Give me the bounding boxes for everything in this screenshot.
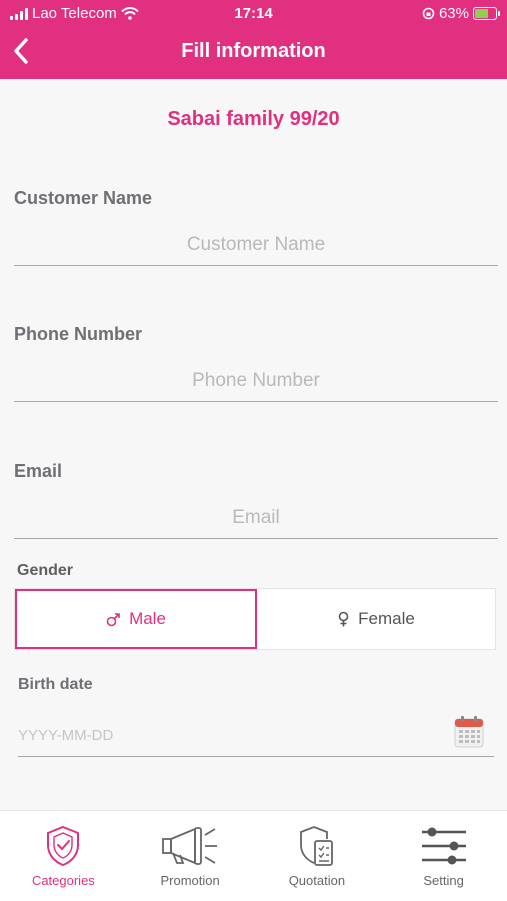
customer-name-label: Customer Name bbox=[14, 188, 153, 208]
bottom-tab-bar: Categories Promotion Quotation Setting bbox=[0, 810, 507, 901]
gender-label: Gender bbox=[17, 562, 74, 579]
quotation-icon bbox=[299, 826, 333, 866]
tab-categories[interactable]: Categories bbox=[0, 811, 127, 901]
tab-quotation[interactable]: Quotation bbox=[254, 811, 381, 901]
gender-male-label: Male bbox=[129, 609, 166, 628]
plan-name: Sabai family 99/20 bbox=[167, 108, 340, 130]
gender-selector: Male Female bbox=[14, 588, 496, 650]
tab-setting-label: Setting bbox=[423, 873, 464, 888]
birth-date-label: Birth date bbox=[18, 676, 93, 693]
status-bar: Lao Telecom 17:14 63% bbox=[0, 5, 507, 25]
calendar-icon[interactable] bbox=[454, 716, 484, 748]
tab-promotion[interactable]: Promotion bbox=[127, 811, 254, 901]
shield-check-icon bbox=[47, 825, 80, 867]
female-symbol-icon bbox=[338, 611, 349, 627]
gender-female-button[interactable]: Female bbox=[257, 589, 495, 649]
battery-percent: 63% bbox=[438, 5, 469, 22]
page-title: Fill information bbox=[181, 40, 326, 62]
tab-quotation-label: Quotation bbox=[288, 873, 346, 888]
phone-number-input[interactable] bbox=[14, 361, 498, 402]
customer-name-input[interactable] bbox=[14, 225, 498, 266]
megaphone-icon bbox=[162, 827, 218, 865]
email-input[interactable] bbox=[14, 498, 498, 539]
gender-male-button[interactable]: Male bbox=[15, 589, 257, 649]
gender-female-label: Female bbox=[358, 609, 415, 628]
orientation-lock-icon bbox=[422, 7, 435, 20]
sliders-icon bbox=[421, 827, 466, 865]
phone-number-label: Phone Number bbox=[14, 324, 143, 344]
email-label: Email bbox=[14, 461, 63, 481]
status-right: 63% bbox=[422, 5, 500, 22]
male-symbol-icon bbox=[106, 612, 120, 626]
birth-date-input[interactable] bbox=[18, 714, 494, 757]
app-header: Lao Telecom 17:14 63% Fill information bbox=[0, 0, 507, 79]
tab-setting[interactable]: Setting bbox=[380, 811, 507, 901]
tab-promotion-label: Promotion bbox=[160, 873, 220, 888]
battery-icon bbox=[473, 7, 500, 20]
tab-categories-label: Categories bbox=[31, 873, 95, 888]
